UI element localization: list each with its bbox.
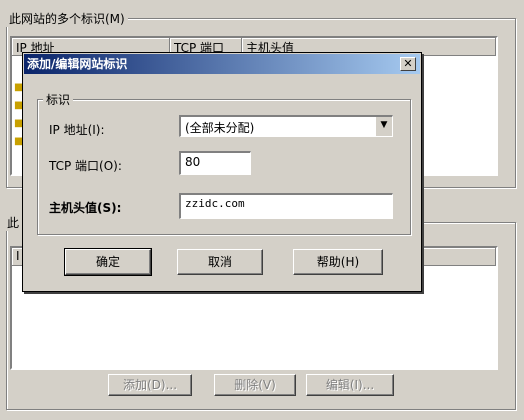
add-button[interactable]: 添加(D)... <box>108 374 192 396</box>
ip-address-label: IP 地址(I): <box>49 123 105 137</box>
remove-button[interactable]: 删除(V) <box>214 374 296 396</box>
ok-button[interactable]: 确定 <box>64 248 152 276</box>
host-header-label: 主机头值(S): <box>49 201 122 215</box>
ip-address-combo[interactable]: (全部未分配) ▼ <box>179 115 393 137</box>
ip-address-value: (全部未分配) <box>185 121 255 135</box>
dialog-titlebar[interactable]: 添加/编辑网站标识 ✕ <box>24 54 420 74</box>
close-icon[interactable]: ✕ <box>400 57 416 71</box>
edit-button[interactable]: 编辑(I)... <box>306 374 394 396</box>
edit-site-identity-dialog: 添加/编辑网站标识 ✕ 标识 IP 地址(I): (全部未分配) ▼ TCP 端… <box>22 52 422 292</box>
cancel-button[interactable]: 取消 <box>177 249 263 275</box>
identity-group-title: 标识 <box>43 91 74 108</box>
identities-group-title: 此网站的多个标识(M) <box>6 10 128 27</box>
host-header-field[interactable]: zzidc.com <box>179 193 393 219</box>
tcp-port-label: TCP 端口(O): <box>49 159 122 173</box>
dialog-title: 添加/编辑网站标识 <box>27 57 128 71</box>
tcp-port-field[interactable]: 80 <box>179 151 251 175</box>
help-button[interactable]: 帮助(H) <box>293 249 383 275</box>
chevron-down-icon[interactable]: ▼ <box>375 117 392 136</box>
secure-identities-group-title: 此 <box>4 214 23 231</box>
